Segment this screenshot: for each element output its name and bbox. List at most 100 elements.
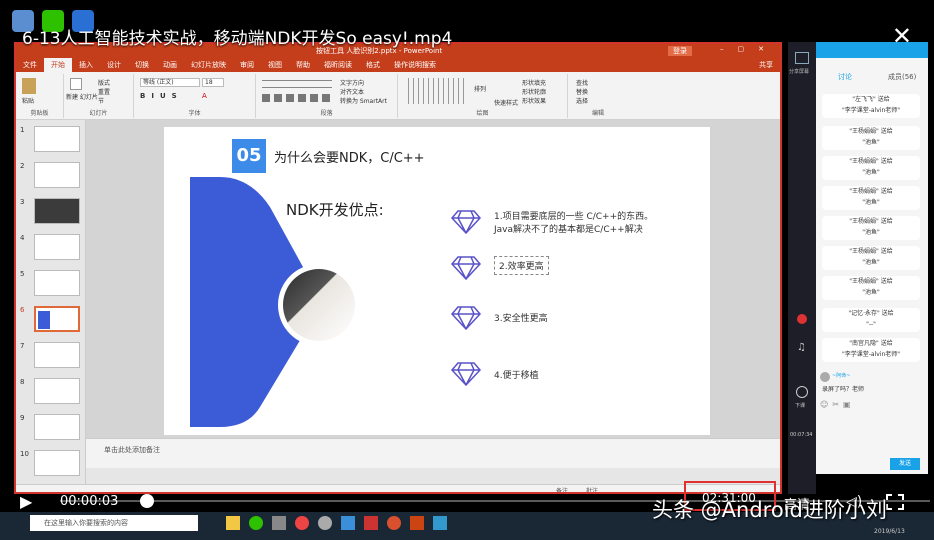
slide-thumbnail[interactable] [34, 198, 80, 224]
slide-thumbnail[interactable] [34, 234, 80, 260]
select-button[interactable]: 选择 [576, 96, 588, 105]
replace-button[interactable]: 替换 [576, 87, 588, 96]
slide-thumbnail[interactable] [34, 450, 80, 476]
slide-editor: 05 为什么会要NDK，C/C++ NDK开发优点: 1.项目需要底层的一些 C… [86, 120, 780, 450]
quick-styles-button[interactable]: 快速样式 [494, 98, 518, 107]
tab-slideshow[interactable]: 幻灯片放映 [184, 58, 233, 72]
font-format-buttons[interactable]: BIUS [140, 92, 183, 100]
msg-line: "王杨娟娟" 送给 [849, 128, 893, 135]
thumbnail-row[interactable]: 1 [16, 124, 85, 158]
music-icon[interactable]: ♫ [797, 342, 806, 353]
send-button[interactable]: 发送 [890, 458, 920, 470]
slide-thumbnail[interactable] [34, 414, 80, 440]
tab-home[interactable]: 开始 [44, 58, 72, 72]
powerpoint-taskbar-icon[interactable] [387, 516, 401, 530]
tab-review[interactable]: 审阅 [233, 58, 261, 72]
arrange-button[interactable]: 排列 [474, 84, 486, 93]
smartart-button[interactable]: 转换为 SmartArt [340, 96, 387, 105]
tab-transitions[interactable]: 切换 [128, 58, 156, 72]
point-2-selected[interactable]: 2.效率更高 [494, 256, 549, 275]
record-icon[interactable] [797, 314, 807, 324]
find-button[interactable]: 查找 [576, 78, 588, 87]
notes-toggle[interactable]: 备注 [556, 486, 568, 492]
share-screen-icon[interactable] [795, 52, 809, 64]
font-name-select[interactable]: 等线 (正文) [140, 78, 200, 87]
thumbnail-row[interactable]: 9 [16, 412, 85, 446]
slide-canvas[interactable]: 05 为什么会要NDK，C/C++ NDK开发优点: 1.项目需要底层的一些 C… [164, 127, 710, 435]
tab-file[interactable]: 文件 [16, 58, 44, 72]
thumbnail-row[interactable]: 10 [16, 448, 85, 482]
tab-help[interactable]: 帮助 [289, 58, 317, 72]
app-taskbar-icon[interactable] [433, 516, 447, 530]
tab-animations[interactable]: 动画 [156, 58, 184, 72]
group-label: 段落 [320, 110, 333, 117]
taskbar-search[interactable]: 在这里输入你要搜索的内容 [30, 515, 198, 531]
msg-line: "王杨娟娟" 送给 [849, 278, 893, 285]
new-slide-button[interactable]: 新建 幻灯片 [66, 92, 98, 101]
share-button[interactable]: 共享 [752, 58, 780, 72]
tab-view[interactable]: 视图 [261, 58, 289, 72]
point-1: 1.项目需要底层的一些 C/C++的东西。 Java解决不了的基本都是C/C++… [494, 212, 654, 235]
chrome-icon[interactable] [295, 516, 309, 530]
wechat-taskbar-icon[interactable] [249, 516, 263, 530]
login-button[interactable]: 登录 [668, 46, 692, 56]
slide-thumbnail[interactable] [34, 126, 80, 152]
close-icon[interactable]: ✕ [892, 22, 912, 50]
align-text-button[interactable]: 对齐文本 [340, 87, 364, 96]
tab-design[interactable]: 设计 [100, 58, 128, 72]
window-controls[interactable]: –▢✕ [720, 45, 778, 53]
shape-fill-button[interactable]: 形状填充 [522, 78, 546, 87]
thumbnail-row-selected[interactable]: 6 [16, 304, 85, 338]
app-taskbar-icon[interactable] [364, 516, 378, 530]
tab-insert[interactable]: 插入 [72, 58, 100, 72]
emoji-tool-icons[interactable]: ☺✂▣ [820, 400, 855, 409]
shape-effects-button[interactable]: 形状效果 [522, 96, 546, 105]
explorer-icon[interactable] [226, 516, 240, 530]
tab-foxit[interactable]: 福昕阅读 [317, 58, 359, 72]
slide-thumbnail[interactable] [34, 270, 80, 296]
slide-thumbnail[interactable] [34, 378, 80, 404]
download-icon[interactable] [796, 386, 808, 398]
tell-me-search[interactable]: 操作说明搜索 [387, 58, 443, 72]
font-color-icon[interactable]: A [202, 92, 207, 100]
msg-line: "池鱼" [862, 199, 880, 206]
slide-thumbnail[interactable] [34, 342, 80, 368]
app-taskbar-icon[interactable] [410, 516, 424, 530]
layout-button[interactable]: 版式 [98, 78, 110, 87]
slide-number: 10 [20, 450, 29, 458]
app-taskbar-icon[interactable] [272, 516, 286, 530]
app-taskbar-icon[interactable] [341, 516, 355, 530]
tab-members[interactable]: 成员(56) [888, 72, 916, 82]
section-button[interactable]: 节 [98, 96, 104, 105]
paste-button[interactable]: 粘贴 [22, 96, 34, 105]
progress-handle[interactable] [140, 494, 154, 508]
thumbnail-row[interactable]: 7 [16, 340, 85, 374]
align-buttons[interactable] [262, 94, 332, 102]
font-size-select[interactable]: 18 [202, 78, 224, 87]
text-direction-button[interactable]: 文字方向 [340, 78, 364, 87]
shape-outline-button[interactable]: 形状轮廓 [522, 87, 546, 96]
reset-button[interactable]: 重置 [98, 87, 110, 96]
play-icon[interactable]: ▶ [20, 492, 32, 511]
comments-toggle[interactable]: 批注 [586, 486, 598, 492]
fullscreen-icon[interactable] [886, 494, 904, 510]
paste-icon[interactable] [22, 78, 36, 94]
notes-pane[interactable]: 单击此处添加备注 [86, 438, 780, 468]
shapes-gallery[interactable] [404, 78, 466, 104]
thumbnail-row[interactable]: 8 [16, 376, 85, 410]
clipboard-group: 粘贴 剪贴板 [16, 74, 64, 118]
thumbnail-row[interactable]: 3 [16, 196, 85, 230]
thumbnail-row[interactable]: 5 [16, 268, 85, 302]
app-taskbar-icon[interactable] [318, 516, 332, 530]
advantages-title: NDK开发优点: [286, 201, 384, 219]
tab-format[interactable]: 格式 [359, 58, 387, 72]
slide-thumbnail-selected[interactable] [34, 306, 80, 332]
tab-discuss[interactable]: 讨论 [838, 72, 852, 82]
slide-thumbnail[interactable] [34, 162, 80, 188]
gift-message: "王杨娟娟" 送给 "池鱼" [822, 156, 920, 180]
thumbnail-row[interactable]: 4 [16, 232, 85, 266]
photo-circle-frame [278, 264, 360, 346]
new-slide-icon[interactable] [70, 78, 82, 90]
list-buttons[interactable] [262, 80, 332, 88]
thumbnail-row[interactable]: 2 [16, 160, 85, 194]
